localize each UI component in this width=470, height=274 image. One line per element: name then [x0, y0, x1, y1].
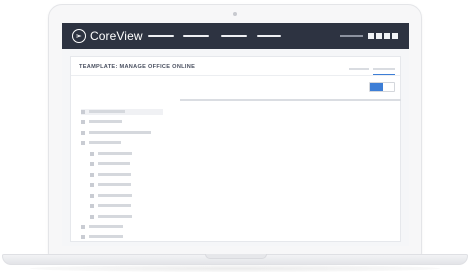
tree-checkbox[interactable] — [90, 152, 94, 156]
tree-checkbox[interactable] — [90, 194, 94, 198]
toggle-on-state — [370, 83, 383, 91]
laptop-frame: CoreView TEAMPLATE: MANAGE OFFICE ONLINE — [0, 0, 470, 274]
tree-item-label — [89, 120, 122, 123]
tree-row[interactable] — [90, 151, 181, 157]
tree-checkbox[interactable] — [90, 215, 94, 219]
enable-toggle[interactable] — [369, 82, 395, 92]
toolbar-button-4[interactable] — [392, 33, 398, 39]
tree-checkbox[interactable] — [81, 225, 85, 229]
tree-item-label — [89, 131, 151, 134]
tree-checkbox[interactable] — [90, 173, 94, 177]
brand[interactable]: CoreView — [72, 28, 143, 44]
laptop-base — [2, 254, 468, 265]
tree-item-label — [98, 173, 131, 176]
tree-item-label — [98, 194, 132, 197]
card-divider — [71, 75, 400, 76]
user-menu[interactable] — [340, 35, 363, 37]
tree-row[interactable] — [81, 224, 181, 230]
tree-row[interactable] — [81, 234, 181, 240]
tree-row[interactable] — [81, 130, 181, 136]
tree-row[interactable] — [90, 203, 181, 209]
tree-row[interactable] — [90, 214, 181, 220]
top-app-bar: CoreView — [62, 23, 409, 49]
toolbar-button-1[interactable] — [368, 33, 374, 39]
tree-item-label — [98, 215, 132, 218]
tree-item-label — [98, 162, 130, 165]
tree-row[interactable] — [81, 119, 181, 125]
tree-checkbox[interactable] — [81, 110, 85, 114]
tree-item-label — [89, 141, 121, 144]
tree-checkbox[interactable] — [81, 131, 85, 135]
brand-name: CoreView — [90, 29, 143, 43]
camera-icon — [233, 12, 237, 16]
tree-item-label — [98, 183, 131, 186]
tree-row[interactable] — [90, 161, 181, 167]
toolbar-button-2[interactable] — [376, 33, 382, 39]
tree-item-label — [89, 225, 123, 228]
tree-row[interactable] — [90, 193, 181, 199]
tree-item-label — [98, 152, 132, 155]
laptop-notch — [205, 254, 267, 259]
tab-2[interactable] — [373, 68, 395, 70]
toolbar-button-3[interactable] — [384, 33, 390, 39]
tree-checkbox[interactable] — [81, 235, 85, 239]
nav-item-2[interactable] — [183, 35, 209, 37]
template-card: TEAMPLATE: MANAGE OFFICE ONLINE — [70, 56, 401, 242]
tree-item-label — [89, 110, 125, 113]
section-rule — [180, 99, 401, 101]
tree-checkbox[interactable] — [81, 141, 85, 145]
tree-checkbox[interactable] — [90, 162, 94, 166]
tree-row[interactable] — [81, 109, 163, 115]
tree-checkbox[interactable] — [81, 120, 85, 124]
tree-row[interactable] — [81, 140, 181, 146]
tree-item-label — [98, 204, 131, 207]
tree-row[interactable] — [90, 172, 181, 178]
nav-item-3[interactable] — [221, 35, 247, 37]
tree-row[interactable] — [90, 182, 181, 188]
nav-item-1[interactable] — [148, 35, 174, 37]
laptop-shadow — [30, 265, 440, 272]
nav-item-4[interactable] — [257, 35, 281, 37]
coreview-logo-icon — [72, 29, 86, 43]
tree-checkbox[interactable] — [90, 204, 94, 208]
tree-checkbox[interactable] — [90, 183, 94, 187]
tab-1[interactable] — [349, 68, 369, 70]
page-title: TEAMPLATE: MANAGE OFFICE ONLINE — [79, 64, 196, 70]
tree-item-label — [89, 235, 123, 238]
app-screen: CoreView TEAMPLATE: MANAGE OFFICE ONLINE — [62, 23, 409, 246]
